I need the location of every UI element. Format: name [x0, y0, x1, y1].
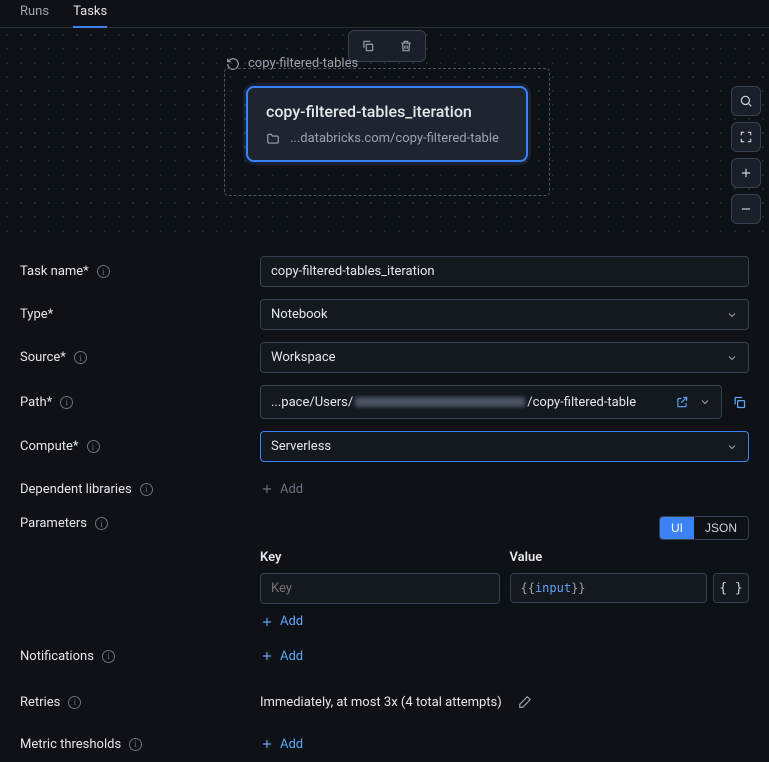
task-name-label: Task name* i: [20, 264, 260, 279]
add-metric-threshold-button[interactable]: Add: [260, 737, 303, 752]
fullscreen-button[interactable]: [731, 122, 761, 152]
node-toolbar: [348, 30, 426, 62]
task-name-input[interactable]: [260, 256, 749, 287]
delete-button[interactable]: [387, 31, 425, 61]
zoom-in-button[interactable]: [731, 158, 761, 188]
path-label: Path* i: [20, 395, 260, 410]
info-icon[interactable]: i: [95, 517, 108, 530]
type-select[interactable]: Notebook: [260, 299, 749, 330]
info-icon[interactable]: i: [60, 396, 73, 409]
pencil-icon: [518, 695, 532, 709]
info-icon[interactable]: i: [102, 650, 115, 663]
param-key-header: Key: [260, 550, 500, 565]
zoom-out-button[interactable]: [731, 194, 761, 224]
workflow-canvas[interactable]: copy-filtered-tables copy-filtered-table…: [0, 28, 769, 238]
params-json-toggle[interactable]: JSON: [694, 517, 748, 539]
path-input[interactable]: ...pace/Users//copy-filtered-table: [260, 385, 722, 419]
open-external-button[interactable]: [673, 393, 691, 411]
info-icon[interactable]: i: [68, 696, 81, 709]
external-link-icon: [675, 395, 689, 409]
add-library-button[interactable]: Add: [260, 482, 303, 497]
copy-icon: [732, 395, 747, 410]
plus-icon: [739, 166, 753, 180]
expand-icon: [739, 130, 753, 144]
compute-select[interactable]: Serverless: [260, 431, 749, 462]
redacted-text: [355, 397, 525, 407]
retries-label: Retries i: [20, 695, 260, 710]
plus-icon: [260, 482, 274, 496]
retries-value: Immediately, at most 3x (4 total attempt…: [260, 695, 502, 710]
task-node-title: copy-filtered-tables_iteration: [266, 102, 508, 121]
source-label: Source* i: [20, 350, 260, 365]
add-parameter-button[interactable]: Add: [260, 614, 749, 629]
task-node[interactable]: copy-filtered-tables_iteration ...databr…: [246, 86, 528, 162]
param-value-header: Value: [510, 550, 750, 565]
plus-icon: [260, 737, 274, 751]
info-icon[interactable]: i: [140, 483, 153, 496]
edit-retries-button[interactable]: [516, 693, 534, 711]
chevron-down-icon: [699, 396, 711, 408]
chevron-down-icon: [726, 352, 738, 364]
info-icon[interactable]: i: [97, 265, 110, 278]
type-label: Type*: [20, 307, 260, 322]
compute-label: Compute* i: [20, 439, 260, 454]
tab-runs[interactable]: Runs: [20, 0, 49, 26]
chevron-down-icon: [726, 441, 738, 453]
tab-tasks[interactable]: Tasks: [73, 0, 107, 28]
param-key-input[interactable]: [260, 573, 500, 604]
dependent-libraries-label: Dependent libraries i: [20, 482, 260, 497]
plus-icon: [260, 649, 274, 663]
source-select[interactable]: Workspace: [260, 342, 749, 373]
params-view-toggle: UI JSON: [659, 516, 749, 540]
folder-icon: [266, 132, 280, 146]
minus-icon: [739, 202, 753, 216]
info-icon[interactable]: i: [74, 351, 87, 364]
metric-thresholds-label: Metric thresholds i: [20, 737, 260, 752]
info-icon[interactable]: i: [129, 738, 142, 751]
plus-icon: [260, 615, 274, 629]
notifications-label: Notifications i: [20, 649, 260, 664]
info-icon[interactable]: i: [87, 440, 100, 453]
add-notification-button[interactable]: Add: [260, 649, 303, 664]
search-canvas-button[interactable]: [731, 86, 761, 116]
copy-path-button[interactable]: [730, 393, 749, 412]
parameters-label: Parameters i: [20, 516, 260, 531]
params-ui-toggle[interactable]: UI: [660, 517, 694, 539]
search-icon: [739, 94, 753, 108]
chevron-down-icon: [726, 309, 738, 321]
param-expression-button[interactable]: { }: [713, 573, 749, 603]
task-node-path-text: ...databricks.com/copy-filtered-table: [290, 131, 499, 146]
param-value-input[interactable]: {{input}}: [510, 573, 708, 603]
